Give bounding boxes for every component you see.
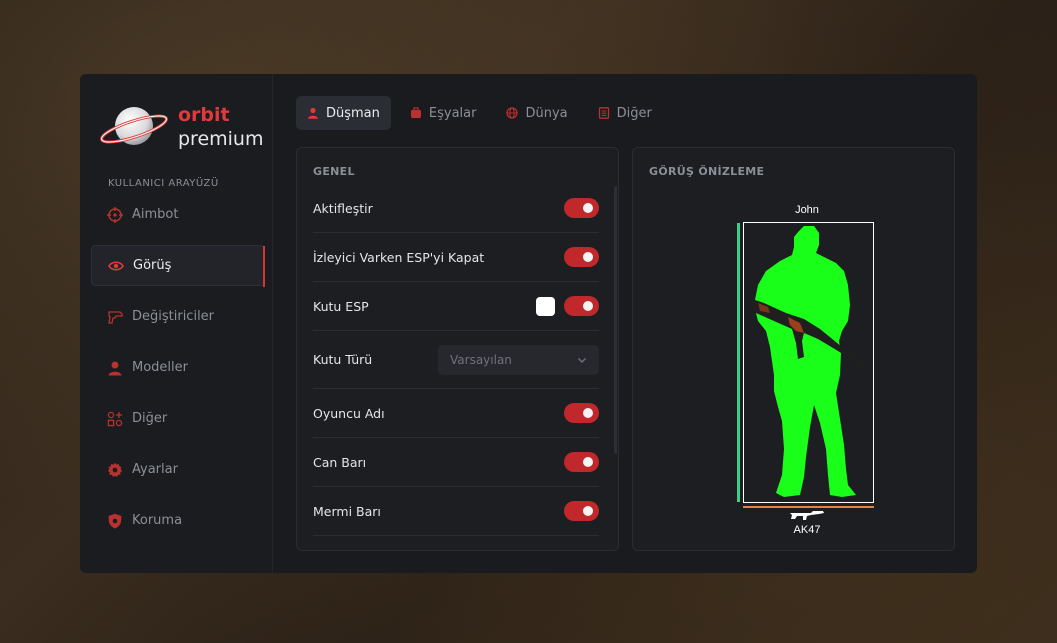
tab-label: Dünya [525, 105, 568, 121]
globe-icon [506, 107, 519, 119]
setting-row: Kutu ESP [313, 282, 599, 331]
sidebar-item-label: Modeller [132, 360, 188, 375]
shield-icon [107, 513, 123, 529]
sidebar-item-gorus[interactable]: Görüş [91, 245, 265, 287]
sidebar-item-label: Ayarlar [132, 462, 178, 477]
sidebar: orbit premium KULLANICI ARAYÜZÜ Aimbot G… [80, 74, 273, 573]
sidebar-item-ayarlar[interactable]: Ayarlar [91, 449, 265, 490]
gear-icon [107, 462, 123, 478]
setting-label: Kutu ESP [313, 298, 369, 314]
tab-dusman[interactable]: Düşman [296, 96, 391, 130]
settings-list: Aktifleştir İzleyici Varken ESP'yi Kapat… [313, 184, 599, 536]
setting-label: Mermi Barı [313, 503, 381, 519]
brand-logo: orbit premium [98, 102, 278, 158]
setting-label: Oyuncu Adı [313, 405, 385, 421]
health-bar-toggle[interactable] [564, 452, 599, 472]
crosshair-icon [107, 206, 123, 223]
player-name-toggle[interactable] [564, 403, 599, 423]
next-row-toggle[interactable] [565, 550, 600, 551]
tab-esyalar[interactable]: Eşyalar [399, 96, 488, 130]
spectator-esp-toggle[interactable] [564, 247, 599, 267]
setting-row: Kutu Türü Varsayılan [313, 331, 599, 389]
esp-box [743, 222, 874, 503]
ak47-weapon-icon [790, 511, 824, 520]
sidebar-item-aimbot[interactable]: Aimbot [91, 194, 265, 235]
sidebar-item-label: Koruma [132, 513, 183, 528]
weapon-name-label: AK47 [793, 524, 821, 536]
panel-scrollbar[interactable] [614, 186, 617, 454]
setting-row: İzleyici Varken ESP'yi Kapat [313, 233, 599, 282]
setting-row: Can Barı [313, 438, 599, 487]
brand-tier: premium [178, 128, 264, 150]
sidebar-item-label: Diğer [132, 411, 168, 426]
setting-row: Aktifleştir [313, 184, 599, 233]
box-color-swatch[interactable] [536, 296, 555, 316]
user-icon [307, 107, 319, 119]
eye-icon [108, 258, 124, 274]
sidebar-section-label: KULLANICI ARAYÜZÜ [108, 178, 219, 189]
sidebar-item-diger[interactable]: Diğer [91, 398, 265, 439]
sidebar-item-label: Değiştiriciler [132, 309, 215, 324]
sidebar-item-modeller[interactable]: Modeller [91, 347, 265, 388]
chevron-down-icon [578, 357, 586, 363]
sidebar-item-label: Aimbot [132, 207, 179, 222]
user-icon [107, 360, 123, 376]
ammo-bar-toggle[interactable] [564, 501, 599, 521]
grid-plus-icon [107, 411, 123, 427]
ammo-bar [743, 506, 874, 508]
tab-label: Eşyalar [428, 105, 477, 121]
box-type-select[interactable]: Varsayılan [438, 344, 599, 375]
setting-row: Oyuncu Adı [313, 389, 599, 438]
setting-row: Mermi Barı [313, 487, 599, 536]
top-tabs: Düşman Eşyalar Dünya Diğer [296, 96, 671, 130]
sidebar-item-label: Görüş [133, 258, 172, 273]
aktiflestir-toggle[interactable] [564, 198, 599, 218]
box-icon [410, 107, 422, 119]
sidebar-item-koruma[interactable]: Koruma [91, 500, 265, 541]
brand-name: orbit [178, 104, 230, 126]
panel-title: GÖRÜŞ ÖNİZLEME [649, 165, 765, 178]
health-bar [737, 223, 740, 502]
player-name-label: John [795, 204, 819, 216]
select-value: Varsayılan [450, 352, 512, 367]
tab-label: Diğer [616, 105, 652, 121]
panel-title: GENEL [313, 165, 355, 178]
tab-dunya[interactable]: Dünya [495, 96, 578, 130]
esp-preview: John AK47 [737, 204, 877, 536]
planet-logo-icon [100, 107, 168, 145]
tab-diger[interactable]: Diğer [587, 96, 663, 130]
list-icon [598, 107, 610, 119]
sidebar-nav: Aimbot Görüş Değiştiriciler Modeller Diğ… [91, 194, 265, 551]
setting-label: Can Barı [313, 454, 367, 470]
box-esp-toggle[interactable] [564, 296, 599, 316]
setting-label: İzleyici Varken ESP'yi Kapat [313, 249, 485, 265]
tab-label: Düşman [326, 105, 380, 121]
general-settings-panel: GENEL Aktifleştir İzleyici Varken ESP'yi… [296, 147, 619, 551]
app-window: orbit premium KULLANICI ARAYÜZÜ Aimbot G… [80, 74, 977, 573]
setting-label: Aktifleştir [313, 200, 373, 216]
gun-icon [107, 309, 123, 325]
sidebar-item-degistiriciler[interactable]: Değiştiriciler [91, 296, 265, 337]
esp-preview-panel: GÖRÜŞ ÖNİZLEME John AK47 [632, 147, 955, 551]
setting-controls [536, 296, 599, 316]
setting-label: Kutu Türü [313, 352, 373, 367]
